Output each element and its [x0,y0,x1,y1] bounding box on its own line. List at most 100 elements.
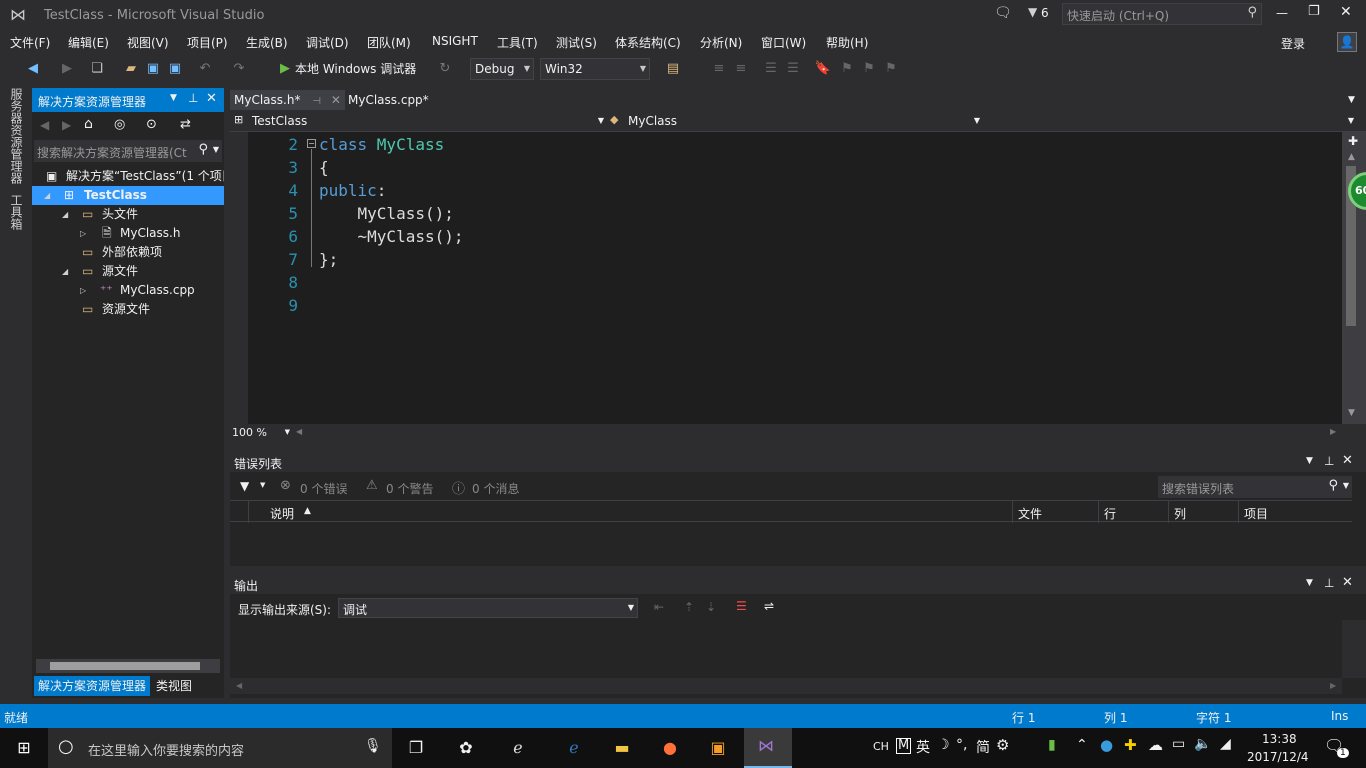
scope-dropdown[interactable]: ◆ MyClass ▼ [608,111,982,131]
tray-app-icon[interactable]: ● [1100,736,1113,754]
tab-overflow-icon[interactable]: ▼ [1348,95,1355,105]
sync-icon[interactable]: ◎ [114,117,125,132]
prev-bookmark-icon[interactable]: ⚑ [838,60,856,78]
server-explorer-tab[interactable]: 服务器资源管理器 [8,88,25,184]
error-icon[interactable]: ⊗ [280,478,291,493]
next-bookmark-icon[interactable]: ⚑ [860,60,878,78]
ime-simplified[interactable]: 简 [976,737,990,757]
swap-icon[interactable]: ⇄ [180,117,191,132]
close-icon[interactable]: ✕ [331,93,341,107]
messages-filter-button[interactable]: 0 个消息 [472,480,519,497]
quick-launch-input[interactable]: 快速启动 (Ctrl+Q) ⚲ [1062,3,1262,25]
menu-tools[interactable]: 工具(T) [497,34,538,51]
warnings-filter-button[interactable]: 0 个警告 [386,480,433,497]
menu-view[interactable]: 视图(V) [127,34,169,51]
filter-icon[interactable]: ▼ [240,479,249,493]
clear-bookmarks-icon[interactable]: ⚑ [882,60,900,78]
undo-icon[interactable]: ↶ [196,60,214,78]
close-icon[interactable]: ✕ [1342,453,1353,468]
ime-m[interactable]: M [896,738,912,754]
configuration-select[interactable]: Debug ▼ [470,58,534,80]
column-description[interactable]: 说明 [270,505,294,522]
indent-icon[interactable]: ≡ [710,60,728,78]
back-icon[interactable]: ◀ [24,60,42,78]
volume-icon[interactable]: 🔈 [1194,736,1211,752]
member-dropdown[interactable]: ▼ [984,111,1356,131]
back-icon[interactable]: ◀ [40,118,49,132]
ime-settings-icon[interactable]: ⚙ [996,736,1009,754]
solution-search-input[interactable]: 搜索解决方案资源管理器(Ctrl+;) ⚲ ▼ [34,140,222,162]
login-link[interactable]: 登录 [1281,35,1305,52]
scroll-up-icon[interactable]: ▲ [1348,152,1355,162]
tab-class-view[interactable]: 类视图 [154,676,194,696]
clock-time[interactable]: 13:38 [1262,732,1297,746]
uncomment-icon[interactable]: ☰ [784,60,802,78]
feedback-icon[interactable]: 🗨 [994,5,1012,21]
find-in-files-icon[interactable]: ▤ [664,60,682,78]
tab-solution-explorer[interactable]: 解决方案资源管理器 [34,676,151,696]
menu-nsight[interactable]: NSIGHT [432,34,478,48]
project-dropdown[interactable]: ⊞ TestClass ▼ [232,111,606,131]
scroll-left-icon[interactable]: ◀ [296,427,302,436]
close-icon[interactable]: ✕ [1342,575,1353,590]
tree-solution[interactable]: ▣ 解决方案“TestClass”(1 个项目) [32,167,224,186]
redo-icon[interactable]: ↷ [230,60,248,78]
dropdown-icon[interactable]: ▼ [1306,578,1313,588]
error-search-input[interactable]: 搜索错误列表 ⚲ ▼ [1158,476,1352,498]
ie-icon[interactable]: ℯ [506,736,530,760]
tree-file-cpp[interactable]: ▷ ⁺⁺ MyClass.cpp [32,281,224,300]
scroll-right-icon[interactable]: ▶ [1330,681,1336,690]
tree-resource-files[interactable]: ▭ 资源文件 [32,300,224,319]
tree-source-files[interactable]: ◢ ▭ 源文件 [32,262,224,281]
file-explorer-icon[interactable]: ▬ [610,736,634,760]
save-icon[interactable]: ▣ [144,60,162,78]
start-debug-button[interactable]: 本地 Windows 调试器 [295,60,416,77]
tree-file-h[interactable]: ▷ 🗎 MyClass.h [32,224,224,243]
windows-start-icon[interactable]: ⊞ [12,736,36,760]
split-icon[interactable]: ✚ [1348,134,1358,148]
home-icon[interactable]: ⌂ [84,116,93,132]
start-debug-icon[interactable]: ▶ [276,60,294,78]
info-icon[interactable]: ⓘ [452,478,465,497]
clock-date[interactable]: 2017/12/4 [1247,750,1309,764]
menu-build[interactable]: 生成(B) [246,34,288,51]
errors-filter-button[interactable]: 0 个错误 [300,480,347,497]
account-avatar[interactable]: 👤 [1337,32,1357,52]
comment-icon[interactable]: ☰ [762,60,780,78]
tree-project[interactable]: ◢ ⊞ TestClass [32,186,224,205]
menu-team[interactable]: 团队(M) [367,34,411,51]
clear-all-icon[interactable]: ☰ [736,599,747,613]
horizontal-scrollbar[interactable] [36,659,220,673]
output-horizontal-scrollbar[interactable]: ◀ ▶ [230,678,1342,694]
scroll-thumb[interactable] [50,662,200,670]
goto-prev-icon[interactable]: ⇤ [654,600,664,614]
scroll-down-icon[interactable]: ▼ [1348,408,1355,418]
platform-select[interactable]: Win32 ▼ [540,58,650,80]
toolbox-tab[interactable]: 工具箱 [8,194,25,230]
warning-icon[interactable]: ⚠ [366,478,378,493]
moon-icon[interactable]: ☽ [937,737,950,753]
ime-ch[interactable]: CH [873,740,889,753]
refresh-icon[interactable]: ↻ [436,60,454,78]
menu-debug[interactable]: 调试(D) [306,34,349,51]
network-icon[interactable]: ◢ [1220,736,1231,752]
visual-studio-taskbar-button[interactable]: ⋈ [744,728,792,768]
save-all-icon[interactable]: ▣ [166,60,184,78]
filter-dropdown-icon[interactable]: ▼ [260,481,265,489]
power-icon[interactable]: ▭ [1172,736,1185,752]
goto-next-message-icon[interactable]: ⇣ [706,600,716,614]
menu-edit[interactable]: 编辑(E) [68,34,109,51]
column-project[interactable]: 项目 [1244,505,1268,522]
pin-icon[interactable]: ⊣ [312,96,321,107]
scroll-right-icon[interactable]: ▶ [1330,427,1336,436]
new-project-icon[interactable]: ❏ [88,60,106,78]
battery-app-icon[interactable]: ▮ [1048,737,1056,753]
menu-architecture[interactable]: 体系结构(C) [615,34,681,51]
menu-help[interactable]: 帮助(H) [826,34,868,51]
pdf-app-icon[interactable]: ▣ [706,736,730,760]
menu-test[interactable]: 测试(S) [556,34,597,51]
tray-plus-icon[interactable]: ✚ [1124,736,1137,754]
close-icon[interactable]: ✕ [206,91,217,106]
tree-header-files[interactable]: ◢ ▭ 头文件 [32,205,224,224]
firefox-icon[interactable]: ● [658,736,682,760]
